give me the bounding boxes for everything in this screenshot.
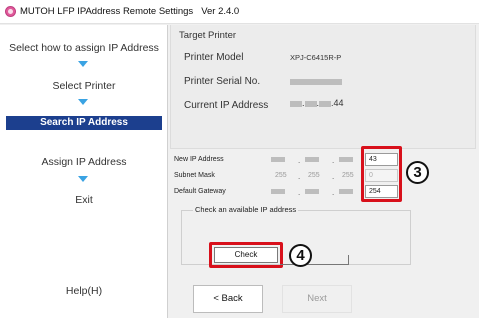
printer-model-value: XPJ-C6415R-P xyxy=(290,53,342,62)
step-select-printer: Select Printer xyxy=(52,80,116,92)
gateway-octet1 xyxy=(269,186,297,197)
current-ip-label: Current IP Address xyxy=(184,100,269,111)
printer-serial-value-redacted xyxy=(290,77,342,86)
app-icon xyxy=(5,6,16,17)
new-ip-octet1 xyxy=(269,154,297,165)
wizard-sidebar: Select how to assign IP Address Select P… xyxy=(0,25,168,318)
octet-separator: . xyxy=(298,172,301,181)
current-ip-value: .. .44 xyxy=(290,98,344,108)
octet-separator: . xyxy=(298,188,301,197)
target-printer-title: Target Printer xyxy=(179,30,237,41)
check-ip-group-label: Check an available IP address xyxy=(193,205,299,214)
next-button[interactable]: Next xyxy=(282,285,352,313)
current-ip-last-octet: .44 xyxy=(331,98,344,108)
main-content: Target Printer Printer Model XPJ-C6415R-… xyxy=(169,25,479,318)
step-assign-ip: Assign IP Address xyxy=(41,156,127,168)
help-link[interactable]: Help(H) xyxy=(0,285,168,297)
subnet-octet1: 255 xyxy=(275,172,287,179)
callout-4-badge: 4 xyxy=(289,244,312,267)
subnet-mask-label: Subnet Mask xyxy=(174,172,215,179)
printer-model-label: Printer Model xyxy=(184,52,244,63)
default-gateway-label: Default Gateway xyxy=(174,188,226,195)
app-version: Ver 2.4.0 xyxy=(201,6,240,17)
step-arrow-down-icon xyxy=(78,176,88,182)
subnet-octet2: 255 xyxy=(308,172,320,179)
check-button[interactable]: Check xyxy=(214,247,278,263)
step-exit: Exit xyxy=(75,194,93,206)
octet-separator: . xyxy=(298,156,301,165)
step-arrow-down-icon xyxy=(78,61,88,67)
window-title: MUTOH LFP IPAddress Remote Settings xyxy=(20,6,194,17)
new-ip-octet2 xyxy=(303,154,331,165)
octet-separator: . xyxy=(332,156,335,165)
gateway-octet2 xyxy=(303,186,331,197)
back-button[interactable]: < Back xyxy=(193,285,263,313)
octet-separator: . xyxy=(332,172,335,181)
callout-3-badge: 3 xyxy=(406,161,429,184)
step-search-ip-active: Search IP Address xyxy=(6,116,162,130)
help-label: Help(H) xyxy=(65,285,103,297)
step-arrow-down-icon xyxy=(78,99,88,105)
step-select-assign-method: Select how to assign IP Address xyxy=(9,42,159,54)
window-titlebar: MUTOH LFP IPAddress Remote Settings Ver … xyxy=(0,0,479,24)
printer-serial-label: Printer Serial No. xyxy=(184,76,261,87)
octet4-highlight-box xyxy=(361,146,402,202)
target-printer-panel: Target Printer Printer Model XPJ-C6415R-… xyxy=(170,25,476,149)
new-ip-label: New IP Address xyxy=(174,156,224,163)
octet-separator: . xyxy=(332,188,335,197)
